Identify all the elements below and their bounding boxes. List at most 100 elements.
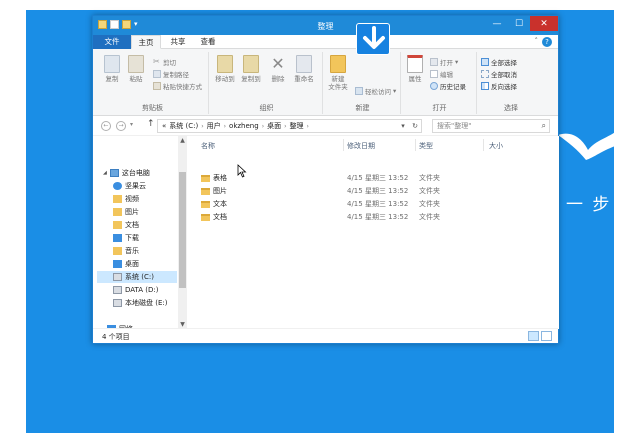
nav-item-downloads[interactable]: 下载	[113, 232, 139, 244]
breadcrumb-users[interactable]: 用户	[207, 121, 221, 131]
paste-button[interactable]: 粘贴	[125, 55, 147, 83]
title-bar[interactable]: ▾ 整理 — ☐ ✕	[93, 16, 558, 35]
new-folder-button[interactable]: 新建 文件夹	[325, 55, 351, 91]
copy-button[interactable]: 复制	[101, 55, 123, 83]
table-row[interactable]: 文档 4/15 星期三 13:52 文件夹	[193, 211, 493, 223]
refresh-icon[interactable]: ↻	[409, 120, 421, 132]
chevron-right-icon[interactable]: ›	[307, 123, 309, 130]
chevron-down-icon: ▾	[455, 58, 459, 66]
details-view-icon[interactable]	[528, 331, 539, 341]
easy-access-icon	[355, 87, 363, 95]
scrollbar-thumb[interactable]	[179, 172, 186, 288]
file-date-cell: 4/15 星期三 13:52	[347, 187, 409, 195]
address-actions: ▾ ↻	[397, 120, 421, 132]
group-label-clipboard: 剪贴板	[142, 104, 163, 112]
nav-item-jianguoyun[interactable]: 坚果云	[113, 180, 146, 192]
new-folder-icon	[330, 55, 346, 73]
paste-shortcut-button[interactable]: 粘贴快捷方式	[153, 81, 202, 91]
up-arrow-icon[interactable]: ↑	[147, 119, 155, 129]
cut-button[interactable]: ✂ 剪切	[153, 57, 176, 68]
file-name-cell: 表格	[201, 173, 227, 183]
column-header-date[interactable]: 修改日期	[347, 141, 375, 151]
tab-share[interactable]: 共享	[165, 35, 191, 49]
recent-locations-icon[interactable]: ▾	[130, 121, 133, 128]
table-row[interactable]: 文本 4/15 星期三 13:52 文件夹	[193, 198, 493, 210]
help-icon[interactable]: ?	[542, 37, 552, 47]
search-icon[interactable]: ⌕	[542, 120, 546, 132]
minimize-button[interactable]: —	[486, 16, 508, 31]
properties-icon	[407, 55, 423, 73]
rename-icon	[296, 55, 312, 73]
copy-icon	[104, 55, 120, 73]
copy-path-button[interactable]: 复制路径	[153, 69, 189, 79]
breadcrumb-system-c[interactable]: 系统 (C:)	[169, 121, 198, 131]
chevron-right-icon[interactable]: ›	[284, 123, 286, 130]
chevron-up-icon[interactable]: ˄	[535, 37, 539, 45]
chevron-right-icon[interactable]: ›	[262, 123, 264, 130]
chevron-down-icon[interactable]: ▾	[397, 120, 409, 132]
drive-icon	[113, 273, 122, 281]
easy-access-button[interactable]: 轻松访问 ▾	[355, 86, 396, 96]
file-name-cell: 图片	[201, 186, 227, 196]
group-label-organize: 组织	[259, 104, 274, 112]
chevron-down-icon[interactable]: ◢	[103, 170, 107, 176]
column-divider	[483, 139, 484, 151]
documents-icon	[113, 221, 122, 229]
address-bar[interactable]: « 系统 (C:) › 用户 › okzheng › 桌面 › 整理 › ▾ ↻	[157, 119, 422, 133]
nav-item-desktop[interactable]: 桌面	[113, 258, 139, 270]
chevron-right-icon[interactable]: ›	[224, 123, 226, 130]
scroll-up-icon[interactable]: ▲	[178, 136, 187, 145]
nav-item-music[interactable]: 音乐	[113, 245, 139, 257]
breadcrumb-current[interactable]: 整理	[290, 121, 304, 131]
select-none-button[interactable]: 全部取消	[481, 69, 517, 79]
copy-path-icon	[153, 70, 161, 78]
nav-item-data-d[interactable]: DATA (D:)	[113, 284, 158, 296]
move-to-button[interactable]: 移动到	[213, 55, 237, 83]
nav-item-videos[interactable]: 视频	[113, 193, 139, 205]
tab-file[interactable]: 文件	[93, 35, 131, 49]
tab-home[interactable]: 主页	[131, 35, 161, 49]
column-header-type[interactable]: 类型	[419, 141, 433, 151]
column-divider	[343, 139, 344, 151]
explorer-window: ▾ 整理 — ☐ ✕ 文件 主页 共享 查看 ˄ ? 复制 粘贴 ✂ 剪切 复制…	[92, 15, 559, 344]
table-row[interactable]: 图片 4/15 星期三 13:52 文件夹	[193, 185, 493, 197]
paste-icon	[128, 55, 144, 73]
copy-to-button[interactable]: 复制到	[239, 55, 263, 83]
drive-icon	[113, 299, 122, 307]
nav-item-this-pc[interactable]: ◢ 这台电脑	[103, 167, 150, 179]
back-button[interactable]: ←	[101, 121, 111, 131]
group-organize: 移动到 复制到 ✕ 删除 重命名 组织	[211, 52, 323, 114]
group-label-new: 新建	[355, 104, 370, 112]
tab-view[interactable]: 查看	[195, 35, 221, 49]
invert-selection-button[interactable]: 反向选择	[481, 81, 517, 91]
column-header-size[interactable]: 大小	[489, 141, 503, 151]
history-button[interactable]: 历史记录	[430, 81, 466, 91]
download-arrow-icon[interactable]	[356, 23, 390, 55]
nav-item-local-disk-e[interactable]: 本地磁盘 (E:)	[113, 297, 167, 309]
group-clipboard: 复制 粘贴 ✂ 剪切 复制路径 粘贴快捷方式 剪贴板	[97, 52, 209, 114]
open-button[interactable]: 打开 ▾	[430, 57, 458, 67]
rename-button[interactable]: 重命名	[291, 55, 317, 83]
invert-selection-icon	[481, 82, 489, 90]
select-all-icon	[481, 58, 489, 66]
large-icons-view-icon[interactable]	[541, 331, 552, 341]
breadcrumb-desktop[interactable]: 桌面	[267, 121, 281, 131]
select-none-icon	[481, 70, 489, 78]
chevron-right-icon[interactable]: ›	[201, 123, 203, 130]
nav-scrollbar[interactable]: ▲ ▼	[178, 136, 187, 329]
nav-item-pictures[interactable]: 图片	[113, 206, 139, 218]
copy-to-icon	[243, 55, 259, 73]
file-type-cell: 文件夹	[419, 200, 440, 208]
column-header-name[interactable]: 名称	[201, 141, 215, 151]
nav-item-documents[interactable]: 文档	[113, 219, 139, 231]
breadcrumb-okzheng[interactable]: okzheng	[229, 122, 259, 130]
select-all-button[interactable]: 全部选择	[481, 57, 517, 67]
edit-button[interactable]: 编辑	[430, 69, 453, 79]
properties-button[interactable]: 属性	[405, 55, 425, 83]
maximize-button[interactable]: ☐	[508, 16, 530, 31]
close-button[interactable]: ✕	[530, 16, 558, 31]
search-input[interactable]: 搜索"整理" ⌕	[432, 119, 550, 133]
delete-button[interactable]: ✕ 删除	[267, 55, 289, 84]
forward-button[interactable]: →	[116, 121, 126, 131]
nav-item-system-c[interactable]: 系统 (C:)	[97, 271, 177, 283]
